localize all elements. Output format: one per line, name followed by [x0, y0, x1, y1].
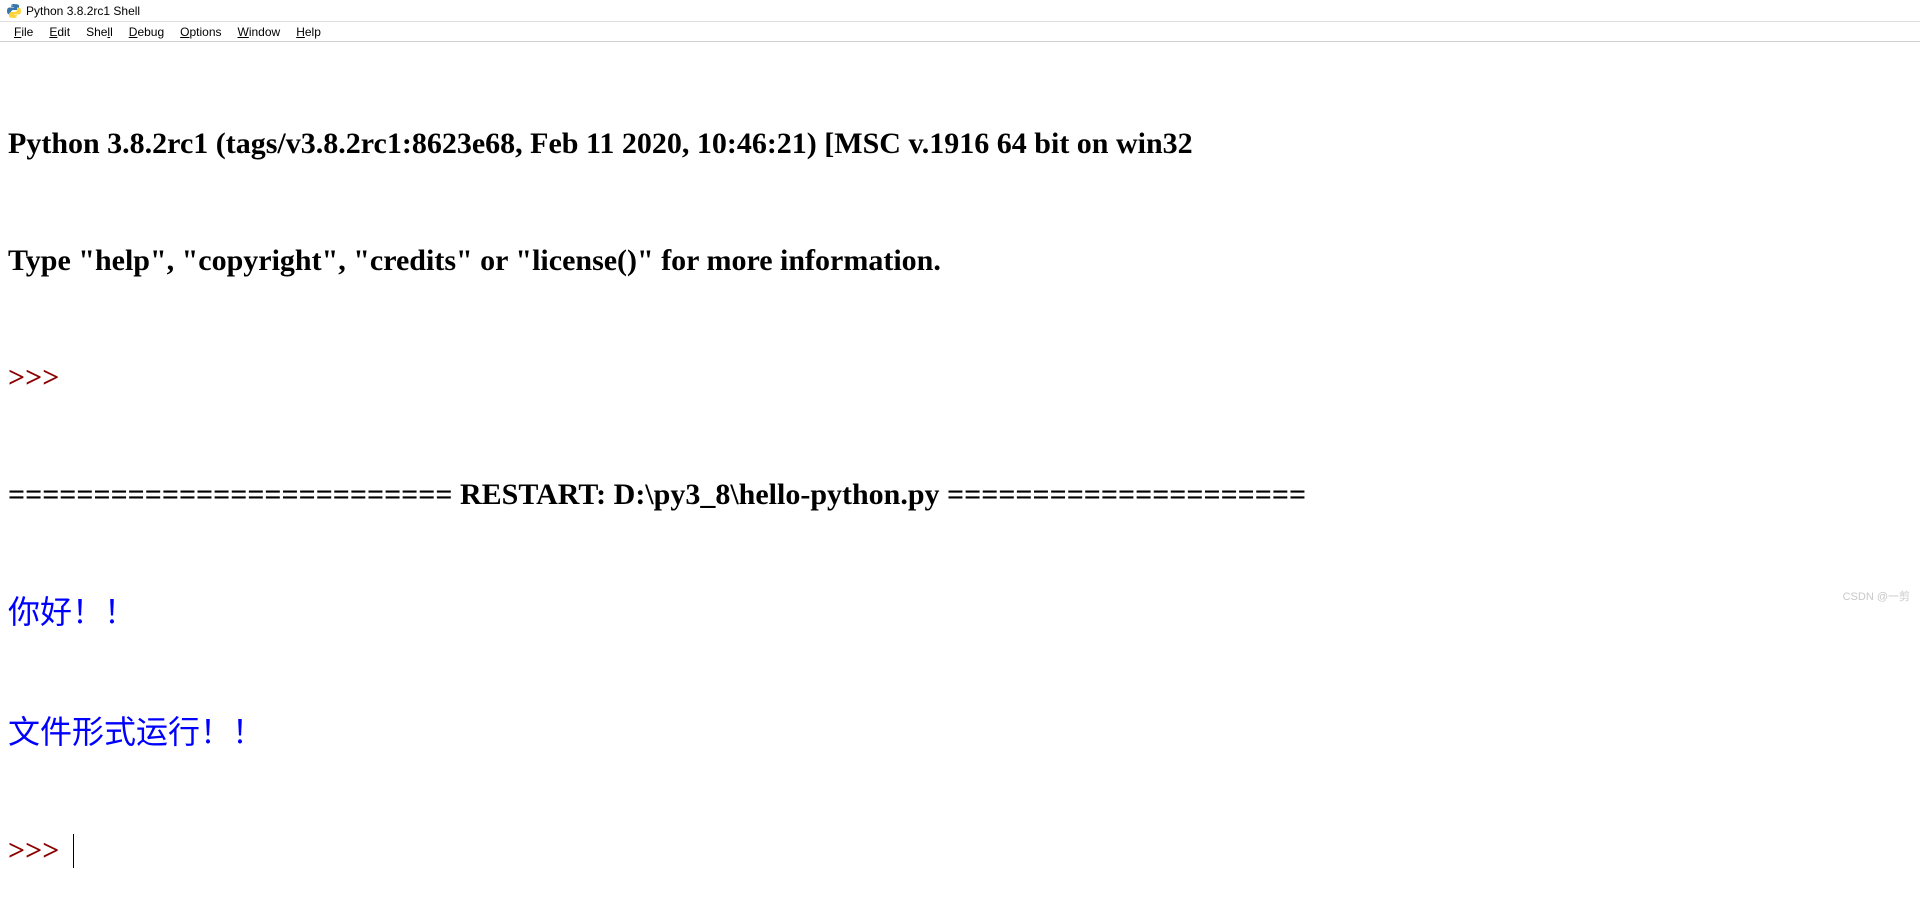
watermark: CSDN @一剪 [1843, 588, 1910, 604]
banner-line-1: Python 3.8.2rc1 (tags/v3.8.2rc1:8623e68,… [8, 124, 1912, 163]
menu-file[interactable]: File [6, 23, 41, 41]
restart-banner: ========================== RESTART: D:\p… [8, 475, 1912, 514]
titlebar: Python 3.8.2rc1 Shell [0, 0, 1920, 22]
prompt-1: >>> [8, 358, 1912, 397]
banner-line-2: Type "help", "copyright", "credits" or "… [8, 241, 1912, 280]
shell-output-area[interactable]: Python 3.8.2rc1 (tags/v3.8.2rc1:8623e68,… [0, 42, 1920, 909]
menu-edit[interactable]: Edit [41, 23, 78, 41]
window-title: Python 3.8.2rc1 Shell [26, 4, 140, 18]
prompt-current[interactable]: >>> [8, 831, 1912, 870]
stdout-line-1: 你好！！ [8, 592, 1912, 634]
prompt-2: >>> [8, 831, 67, 870]
text-cursor [73, 834, 74, 868]
menu-options[interactable]: Options [172, 23, 229, 41]
menubar: File Edit Shell Debug Options Window Hel… [0, 22, 1920, 42]
menu-help[interactable]: Help [288, 23, 329, 41]
python-icon [6, 3, 22, 19]
menu-debug[interactable]: Debug [121, 23, 172, 41]
menu-window[interactable]: Window [230, 23, 289, 41]
stdout-line-2: 文件形式运行！！ [8, 712, 1912, 754]
menu-shell[interactable]: Shell [78, 23, 121, 41]
